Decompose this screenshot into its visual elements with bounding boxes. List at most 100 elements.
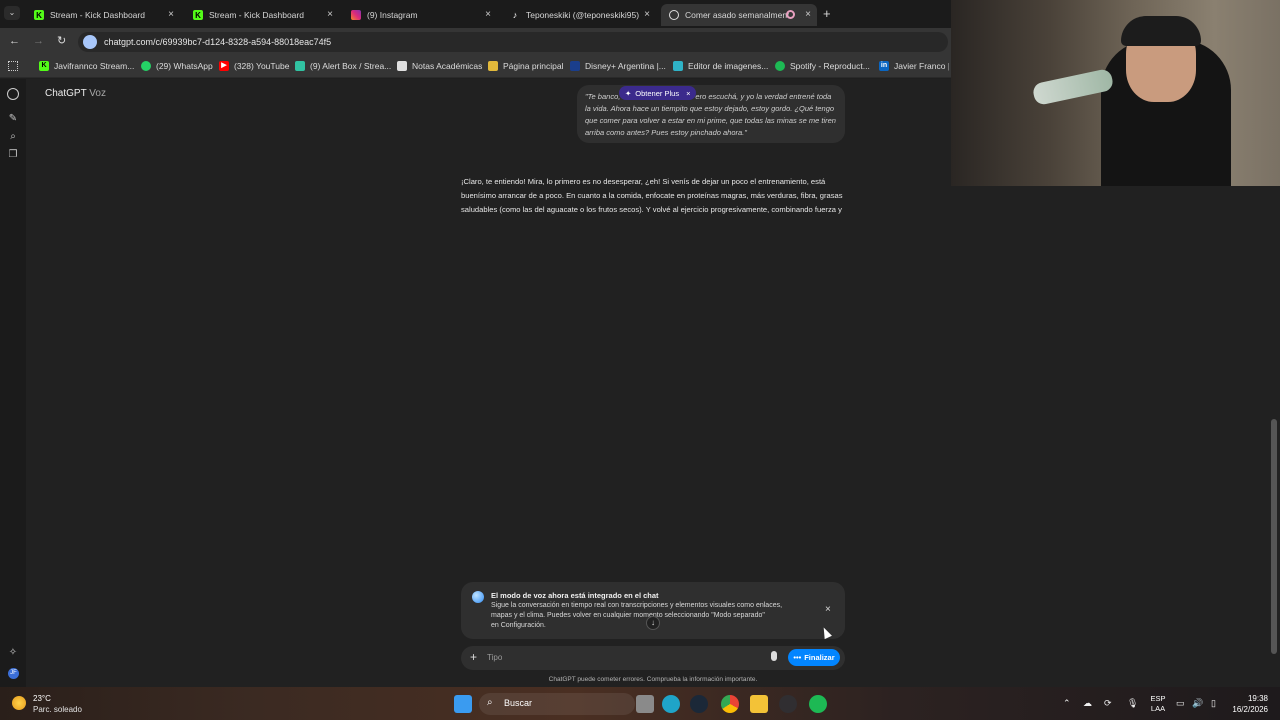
get-plus-label: Obtener Plus: [635, 88, 680, 98]
avatar[interactable]: JF: [8, 668, 19, 679]
chat-composer: + Tipo ••• Finalizar: [461, 646, 845, 670]
microphone-icon[interactable]: [771, 651, 777, 661]
obs-icon[interactable]: [779, 695, 797, 713]
get-plus-button[interactable]: ✦ Obtener Plus ×: [619, 86, 697, 100]
add-attachment-icon[interactable]: +: [470, 650, 477, 664]
bookmark-label: Javifrannco Stream...: [54, 61, 135, 71]
bookmark-item[interactable]: Editor de imagenes...: [673, 61, 768, 71]
weather-widget[interactable]: 23°C Parc. soleado: [8, 692, 88, 716]
tray-chevron-icon[interactable]: ⌃: [1063, 698, 1071, 709]
close-tab-icon[interactable]: ×: [168, 9, 174, 20]
bookmark-item[interactable]: Disney+ Argentina |...: [570, 61, 666, 71]
voice-mode-notice: El modo de voz ahora está integrado en e…: [461, 582, 845, 639]
webcam-cap: [1121, 16, 1201, 46]
taskbar-search[interactable]: ⌕ Buscar: [479, 693, 635, 715]
bookmark-label: (328) YouTube: [234, 61, 290, 71]
finish-voice-button[interactable]: ••• Finalizar: [788, 649, 840, 666]
folder-icon[interactable]: [750, 695, 768, 713]
bookmark-item[interactable]: (9) Alert Box / Strea...: [295, 61, 391, 71]
mic-tray-icon[interactable]: 🎙: [1127, 698, 1138, 709]
close-tab-icon[interactable]: ×: [327, 9, 333, 20]
linkedin-icon: in: [879, 61, 889, 71]
forward-arrow-icon[interactable]: →: [33, 35, 44, 47]
openai-logo-icon[interactable]: [7, 88, 19, 100]
clock[interactable]: 19:38 16/2/2026: [1222, 693, 1268, 715]
address-bar[interactable]: chatgpt.com/c/69939bc7-d124-8328-a594-88…: [78, 32, 948, 52]
notice-line-3: en Configuración.: [491, 622, 546, 629]
sidebar: ✎ ⌕ ❐ ✧ JF: [0, 79, 26, 687]
language-code: ESP: [1150, 694, 1166, 703]
page-title[interactable]: ChatGPT Voz: [45, 88, 106, 99]
spotify-icon: [775, 61, 785, 71]
battery-icon[interactable]: ▯: [1211, 698, 1216, 709]
clock-time: 19:38: [1247, 694, 1268, 703]
tab-instagram[interactable]: (9) Instagram ×: [343, 4, 497, 26]
image-editor-icon: [673, 61, 683, 71]
steam-icon[interactable]: [690, 695, 708, 713]
edge-icon[interactable]: [662, 695, 680, 713]
bookmark-item[interactable]: Notas Académicas: [397, 61, 482, 71]
tab-kick-dashboard-2[interactable]: K Stream - Kick Dashboard ×: [185, 4, 339, 26]
close-icon[interactable]: ×: [686, 89, 690, 98]
tab-tiktok[interactable]: ♪ Teponeskiki (@teponeskiki95) | ×: [502, 4, 656, 26]
bookmark-item[interactable]: K Javifrannco Stream...: [39, 61, 134, 71]
volume-icon[interactable]: 🔊: [1192, 698, 1203, 709]
tab-list-dropdown[interactable]: ⌄: [4, 6, 20, 20]
scrollbar[interactable]: [1271, 419, 1277, 654]
search-icon: ⌕: [487, 697, 493, 708]
bookmark-label: Editor de imagenes...: [688, 61, 769, 71]
model-mode: Voz: [89, 88, 106, 99]
new-tab-button[interactable]: +: [823, 6, 831, 21]
new-chat-icon[interactable]: ✎: [7, 113, 19, 125]
spotify-icon[interactable]: [809, 695, 827, 713]
youtube-icon: ▶: [219, 61, 229, 71]
browser-tab-bar: ⌄ K Stream - Kick Dashboard × K Stream -…: [0, 0, 951, 28]
close-tab-icon[interactable]: ×: [805, 9, 811, 20]
bookmark-item[interactable]: (29) WhatsApp: [141, 61, 213, 71]
bookmark-label: Página principal: [503, 61, 564, 71]
library-icon[interactable]: ❐: [7, 149, 19, 161]
finish-label: Finalizar: [804, 653, 835, 662]
back-arrow-icon[interactable]: ←: [9, 35, 20, 47]
apps-grid-icon[interactable]: [8, 61, 18, 71]
close-tab-icon[interactable]: ×: [485, 9, 491, 20]
microphone-permission-icon[interactable]: [83, 35, 97, 49]
tab-kick-dashboard-1[interactable]: K Stream - Kick Dashboard ×: [26, 4, 180, 26]
tab-title: Comer asado semanalment: [685, 10, 789, 20]
language-indicator[interactable]: ESP LAA: [1148, 694, 1168, 714]
assistant-message: ¡Claro, te entiendo! Mira, lo primero es…: [461, 177, 843, 214]
kick-icon: K: [34, 10, 44, 20]
bookmark-label: (29) WhatsApp: [156, 61, 213, 71]
user-message-start: "Te banco,: [585, 92, 621, 101]
tab-chatgpt[interactable]: Comer asado semanalment ×: [661, 4, 817, 26]
url-text: chatgpt.com/c/69939bc7-d124-8328-a594-88…: [104, 37, 332, 47]
reload-icon[interactable]: ↻: [57, 34, 66, 47]
search-icon[interactable]: ⌕: [7, 131, 19, 143]
network-icon[interactable]: ▭: [1176, 698, 1185, 709]
disclaimer-text: ChatGPT puede cometer errores. Comprueba…: [548, 676, 758, 683]
close-tab-icon[interactable]: ×: [644, 9, 650, 20]
scroll-down-icon[interactable]: ↓: [646, 616, 660, 630]
tab-title: Teponeskiki (@teponeskiki95) |: [526, 10, 642, 20]
close-notice-icon[interactable]: ×: [825, 604, 831, 615]
disney-icon: [570, 61, 580, 71]
recording-indicator-icon: [786, 10, 795, 19]
onedrive-icon[interactable]: ☁: [1083, 698, 1092, 709]
bookmark-item[interactable]: ▶ (328) YouTube: [219, 61, 289, 71]
chrome-icon[interactable]: [721, 695, 739, 713]
notice-line-2: mapas y el clima. Puedes volver en cualq…: [491, 612, 765, 619]
message-input[interactable]: Tipo: [487, 653, 502, 662]
bookmark-item[interactable]: in Javier Franco | Li: [879, 61, 949, 71]
file-explorer-task-icon[interactable]: [636, 695, 654, 713]
bookmark-label: Javier Franco | Li: [894, 61, 949, 71]
browser-toolbar: ← → ↻ chatgpt.com/c/69939bc7-d124-8328-a…: [0, 28, 951, 56]
sparkle-icon[interactable]: ✧: [7, 647, 19, 659]
notice-title: El modo de voz ahora está integrado en e…: [491, 591, 659, 600]
kick-icon: K: [193, 10, 203, 20]
sync-icon[interactable]: ⟳: [1104, 698, 1112, 709]
weather-desc: Parc. soleado: [33, 705, 82, 714]
bookmark-item[interactable]: Página principal: [488, 61, 563, 71]
windows-start-icon[interactable]: [454, 695, 472, 713]
bookmark-item[interactable]: Spotify - Reproduct...: [775, 61, 870, 71]
model-name: ChatGPT: [45, 88, 87, 99]
